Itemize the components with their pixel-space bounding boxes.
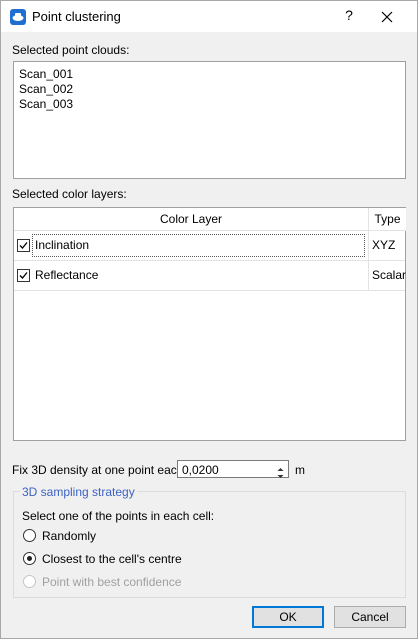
spin-down-button[interactable] — [274, 469, 287, 478]
point-clouds-list[interactable]: Scan_001 Scan_002 Scan_003 — [13, 61, 406, 179]
layer-name: Reflectance — [35, 268, 99, 282]
radio-label-randomly[interactable]: Randomly — [42, 529, 96, 543]
radio-selected-dot — [27, 556, 32, 561]
sampling-strategy-title: 3D sampling strategy — [20, 485, 137, 499]
sampling-prompt: Select one of the points in each cell: — [22, 509, 215, 523]
density-spinbox[interactable]: 0,0200 — [177, 460, 289, 478]
layer-checkbox-reflectance[interactable] — [17, 269, 30, 282]
layer-type: Scalar — [368, 261, 406, 290]
column-header-type[interactable]: Type — [369, 208, 406, 231]
cancel-button[interactable]: Cancel — [334, 606, 406, 628]
color-layers-label: Selected color layers: — [12, 187, 127, 201]
color-layers-table[interactable]: Color Layer Type Inclination XYZ Reflect… — [13, 207, 406, 441]
radio-label-best-confidence: Point with best confidence — [42, 575, 182, 589]
density-unit: m — [295, 463, 305, 477]
arrow-down-icon — [277, 475, 284, 478]
help-button[interactable]: ? — [339, 7, 359, 23]
list-item[interactable]: Scan_002 — [19, 82, 73, 96]
close-button[interactable] — [375, 5, 399, 29]
spin-up-button[interactable] — [274, 462, 287, 471]
point-clustering-dialog: Point clustering ? Selected point clouds… — [0, 0, 418, 639]
column-header-color-layer[interactable]: Color Layer — [14, 208, 369, 231]
density-label: Fix 3D density at one point each — [12, 463, 184, 477]
close-icon — [381, 11, 393, 23]
density-value: 0,0200 — [182, 463, 219, 477]
app-icon — [10, 9, 26, 25]
radio-closest-to-centre[interactable] — [23, 552, 36, 565]
radio-randomly[interactable] — [23, 529, 36, 542]
ok-button[interactable]: OK — [252, 606, 324, 628]
window-title: Point clustering — [32, 9, 121, 24]
list-item[interactable]: Scan_003 — [19, 97, 73, 111]
radio-label-closest-to-centre[interactable]: Closest to the cell's centre — [42, 552, 182, 566]
table-row[interactable]: Inclination XYZ — [14, 231, 405, 261]
layer-checkbox-inclination[interactable] — [17, 239, 30, 252]
radio-best-confidence — [23, 575, 36, 588]
table-row[interactable]: Reflectance Scalar — [14, 261, 406, 291]
list-item[interactable]: Scan_001 — [19, 67, 73, 81]
layer-type: XYZ — [368, 231, 405, 260]
point-clouds-label: Selected point clouds: — [12, 43, 130, 57]
layer-name: Inclination — [35, 238, 90, 252]
check-icon — [19, 242, 28, 249]
check-icon — [19, 272, 28, 279]
title-bar[interactable]: Point clustering ? — [1, 1, 417, 32]
